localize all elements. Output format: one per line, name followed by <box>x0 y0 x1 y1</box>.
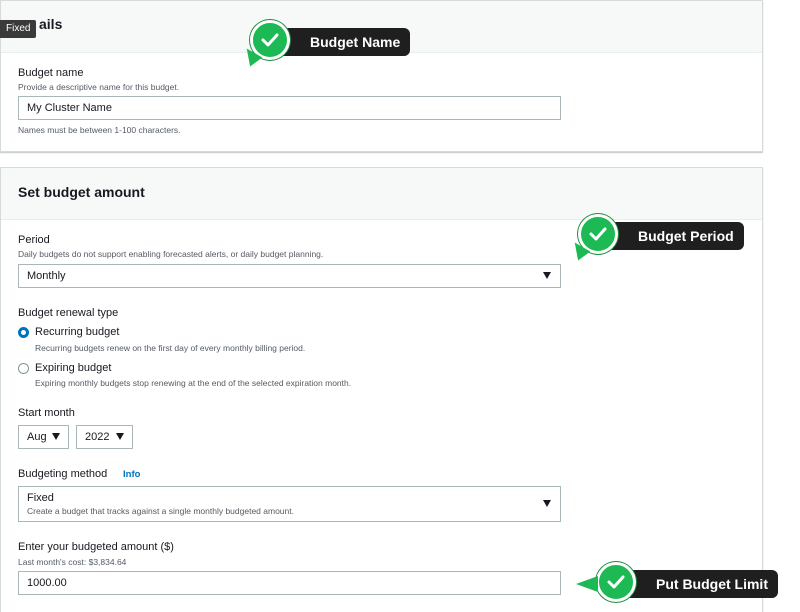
period-select-value: Monthly <box>27 270 66 282</box>
period-description: Daily budgets do not support enabling fo… <box>18 249 324 259</box>
details-panel-title: ails <box>39 16 63 32</box>
budget-amount-input[interactable]: 1000.00 <box>18 571 561 595</box>
callout-budget-limit-pointer <box>576 576 598 592</box>
expiring-budget-label[interactable]: Expiring budget <box>35 362 111 374</box>
start-month-label: Start month <box>18 407 75 419</box>
budget-amount-panel-title: Set budget amount <box>18 184 145 200</box>
budgeting-method-label: Budgeting method <box>18 468 108 480</box>
recurring-budget-description: Recurring budgets renew on the first day… <box>35 343 306 353</box>
callout-budget-period-label: Budget Period <box>596 222 744 250</box>
start-month-value: Aug <box>27 431 47 443</box>
callout-budget-name: Budget Name <box>239 20 420 70</box>
budget-amount-label: Enter your budgeted amount ($) <box>18 541 174 553</box>
renewal-type-label: Budget renewal type <box>18 307 119 319</box>
recurring-budget-radio[interactable] <box>18 327 29 338</box>
budgeting-method-value: Fixed <box>27 492 54 504</box>
budget-name-label: Budget name <box>18 67 84 79</box>
expiring-budget-description: Expiring monthly budgets stop renewing a… <box>35 378 352 388</box>
expiring-budget-radio[interactable] <box>18 363 29 374</box>
period-label: Period <box>18 234 50 246</box>
callout-budget-limit: Put Budget Limit <box>576 562 781 602</box>
caret-down-icon <box>543 500 551 507</box>
check-icon <box>607 575 625 589</box>
recurring-budget-label[interactable]: Recurring budget <box>35 326 119 338</box>
caret-down-icon <box>116 433 124 440</box>
callout-budget-period: Budget Period <box>567 214 753 264</box>
check-icon <box>261 33 279 47</box>
caret-down-icon <box>52 433 60 440</box>
start-year-select[interactable]: 2022 <box>76 425 133 449</box>
budgeting-method-info-link[interactable]: Info <box>123 469 140 480</box>
callout-budget-limit-badge <box>596 562 636 602</box>
check-icon <box>589 227 607 241</box>
period-select[interactable]: Monthly <box>18 264 561 288</box>
caret-down-icon <box>543 272 551 279</box>
callout-budget-limit-label: Put Budget Limit <box>614 570 778 598</box>
start-month-select[interactable]: Aug <box>18 425 69 449</box>
fixed-tag: Fixed <box>0 20 37 38</box>
last-month-cost: Last month's cost: $3,834.64 <box>18 557 127 567</box>
budget-name-input[interactable]: My Cluster Name <box>18 96 561 120</box>
budget-name-hint: Names must be between 1-100 characters. <box>18 125 181 135</box>
budgeting-method-select[interactable]: Fixed Create a budget that tracks agains… <box>18 486 561 522</box>
start-year-value: 2022 <box>85 431 110 443</box>
budgeting-method-description: Create a budget that tracks against a si… <box>27 506 294 516</box>
budget-name-description: Provide a descriptive name for this budg… <box>18 82 180 92</box>
